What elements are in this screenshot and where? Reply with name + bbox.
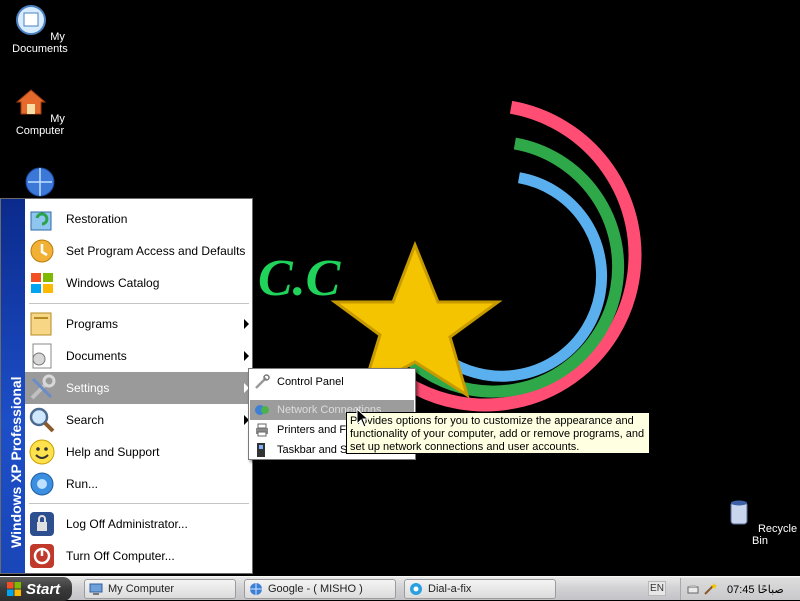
desktop-icon-my-computer[interactable]: My Computer <box>0 86 80 137</box>
taskbar-icon <box>257 443 265 457</box>
taskbar-button-label: Dial-a-fix <box>428 583 472 595</box>
submenu-item-control-panel[interactable]: Control Panel <box>250 372 414 392</box>
clock[interactable]: 07:45 صباحًا <box>727 583 784 596</box>
menu-item-settings[interactable]: Settings <box>25 372 253 404</box>
control-panel-icon <box>255 374 270 389</box>
menu-separator <box>29 503 249 504</box>
start-button[interactable]: Start <box>0 577 72 601</box>
network-connections-icon <box>255 405 269 415</box>
submenu-arrow-icon <box>244 351 249 361</box>
settings-icon <box>30 374 56 400</box>
submenu-arrow-icon <box>244 319 249 329</box>
windows-catalog-icon <box>31 273 53 293</box>
menu-item-label: Search <box>66 413 105 427</box>
search-icon <box>29 407 55 433</box>
menu-item-set-program-access[interactable]: Set Program Access and Defaults <box>25 235 253 267</box>
taskbar-button-my-computer[interactable]: My Computer <box>84 579 236 599</box>
menu-separator <box>29 303 249 304</box>
magic-wand-tray-icon[interactable] <box>703 582 717 596</box>
language-indicator[interactable]: EN <box>648 581 666 596</box>
recycle-bin-icon <box>730 500 748 525</box>
menu-item-restoration[interactable]: Restoration <box>25 203 253 235</box>
program-access-icon <box>30 239 54 263</box>
menu-item-label: Programs <box>66 317 119 331</box>
menu-item-label: Windows Catalog <box>66 276 160 290</box>
menu-item-label: Settings <box>66 381 110 395</box>
start-button-label: Start <box>26 580 61 598</box>
menu-item-documents[interactable]: Documents <box>25 340 253 372</box>
turn-off-icon <box>30 544 54 568</box>
mouse-cursor-icon <box>356 408 370 428</box>
log-off-icon <box>30 512 54 536</box>
network-places-icon <box>25 167 55 197</box>
menu-item-label: Documents <box>66 349 127 363</box>
taskbar: Start My Computer Google - ( MISHO ) Dia… <box>0 576 800 601</box>
system-tray: 07:45 صباحًا <box>680 578 800 600</box>
taskbar-button-dial-a-fix[interactable]: Dial-a-fix <box>404 579 556 599</box>
desktop-icon-label: Recycle Bin <box>752 523 798 547</box>
programs-icon <box>30 312 52 336</box>
menu-item-help-and-support[interactable]: Help and Support <box>25 436 253 468</box>
menu-item-label: Help and Support <box>66 445 160 459</box>
my-documents-icon <box>16 5 47 35</box>
browser-icon <box>250 583 262 595</box>
menu-item-run[interactable]: Run... <box>25 468 253 500</box>
help-icon <box>29 439 55 465</box>
menu-item-windows-catalog[interactable]: Windows Catalog <box>25 267 253 299</box>
menu-item-search[interactable]: Search <box>25 404 253 436</box>
taskbar-button-google[interactable]: Google - ( MISHO ) <box>244 579 396 599</box>
run-icon <box>30 472 54 496</box>
printers-icon <box>256 423 268 437</box>
tooltip: Provides options for you to customize th… <box>346 412 650 454</box>
start-menu: Windows XP Professional Restoration Set … <box>0 198 253 574</box>
menu-item-label: Log Off Administrator... <box>66 517 188 531</box>
network-tray-icon[interactable] <box>687 582 701 596</box>
windows-flag-icon <box>7 582 21 596</box>
desktop-icon-my-documents[interactable]: My Documents <box>0 4 80 55</box>
start-menu-banner: Windows XP Professional <box>1 199 25 573</box>
start-menu-banner-text: Windows XP Professional <box>8 376 24 548</box>
taskbar-button-label: Google - ( MISHO ) <box>268 583 363 595</box>
restoration-icon <box>30 211 52 231</box>
menu-item-label: Restoration <box>66 212 128 226</box>
my-computer-icon <box>15 89 47 115</box>
desktop-icon-recycle-bin[interactable]: Recycle Bin <box>720 496 800 547</box>
menu-item-turn-off[interactable]: Turn Off Computer... <box>25 540 253 572</box>
my-computer-icon <box>89 583 103 595</box>
submenu-item-label: Control Panel <box>277 376 344 388</box>
menu-item-label: Run... <box>66 477 99 491</box>
menu-item-label: Turn Off Computer... <box>66 549 175 563</box>
taskbar-button-label: My Computer <box>108 583 175 595</box>
menu-item-log-off[interactable]: Log Off Administrator... <box>25 508 253 540</box>
menu-item-label: Set Program Access and Defaults <box>66 244 246 258</box>
dial-a-fix-icon <box>410 583 422 595</box>
documents-icon <box>32 343 52 369</box>
wallpaper-text: C.C <box>258 250 342 307</box>
menu-item-programs[interactable]: Programs <box>25 308 253 340</box>
